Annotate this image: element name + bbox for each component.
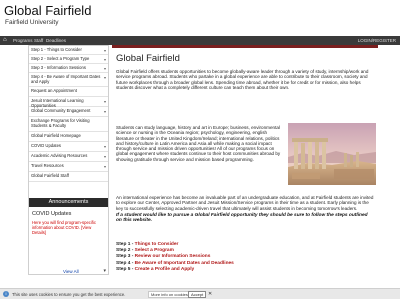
info-icon: i — [3, 291, 9, 297]
nav-programs[interactable]: Programs — [13, 36, 33, 45]
chevron-down-icon: ▾ — [103, 164, 106, 169]
step-prefix: Step 2 - — [116, 248, 135, 254]
chevron-down-icon: ▾ — [103, 144, 106, 149]
step-link-apply[interactable]: Create a Profile and Apply — [135, 267, 195, 272]
sidebar-item-label: Global Fairfield Homepage — [31, 133, 81, 138]
sidebar-item-appointment[interactable]: Request an Appointment — [29, 87, 108, 97]
sidebar-item-step1[interactable]: Step 1 - Things to Consider ▾ — [29, 46, 108, 55]
nav-staff[interactable]: Staff — [34, 36, 43, 45]
sidebar-item-homepage[interactable]: Global Fairfield Homepage — [29, 132, 108, 142]
sidebar-item-label: Step 1 - Things to Consider — [31, 47, 82, 52]
step-prefix: Step 1 - — [116, 242, 135, 247]
top-navbar: ⌂ Programs Staff Deadlines LOGIN/REGISTE… — [0, 36, 400, 45]
sidebar-item-step3[interactable]: Step 3 - Information Sessions ▾ — [29, 64, 108, 73]
view-all-link[interactable]: View All — [63, 269, 79, 274]
sidebar-item-jesuit[interactable]: Jesuit International Learning Opportunit… — [29, 97, 108, 108]
study-paragraph: Students can study language, history and… — [116, 125, 281, 162]
step-link-consider[interactable]: Things to Consider — [135, 242, 179, 247]
close-icon[interactable]: ✕ — [208, 290, 212, 299]
cookie-accept-button[interactable]: Accept — [188, 291, 207, 298]
sidebar-item-label: Academic Advising Resources — [31, 153, 88, 158]
step-link-select-program[interactable]: Select a Program — [135, 248, 174, 253]
login-register-link[interactable]: LOGIN/REGISTER — [358, 36, 396, 45]
sidebar-item-label: Step 3 - Information Sessions — [31, 65, 86, 70]
sidebar-item-step2[interactable]: Step 2 - Select a Program Type ▾ — [29, 55, 108, 64]
page-title: Global Fairfield — [116, 53, 180, 64]
chevron-down-icon: ▾ — [103, 99, 106, 104]
step-link-info-sessions[interactable]: Review our Information Sessions — [135, 254, 211, 259]
sidebar-item-exchange[interactable]: Exchange Programs for Visiting Students … — [29, 117, 108, 132]
chevron-down-icon: ▾ — [103, 57, 106, 62]
step-prefix: Step 3 - — [116, 254, 135, 260]
emphasis-note: If a student would like to pursue a Glob… — [116, 213, 368, 224]
step-link-dates[interactable]: Be Aware of Important Dates and Deadline… — [135, 261, 234, 266]
sidebar-item-label: COVID Updates — [31, 143, 62, 148]
sidebar-item-community[interactable]: Global Community Engagement ▾ — [29, 107, 108, 117]
cookie-text: This site uses cookies to ensure you get… — [12, 292, 126, 297]
covid-updates-heading[interactable]: COVID Updates — [32, 211, 71, 217]
sidebar-item-step4[interactable]: Step 4 - Be Aware of Important Dates and… — [29, 73, 108, 87]
chevron-down-icon: ▾ — [103, 109, 106, 114]
sidebar-item-staff[interactable]: Global Fairfield Staff — [29, 172, 108, 182]
step-item: Step 5 - Create a Profile and Apply — [116, 267, 374, 273]
chevron-down-icon: ▾ — [103, 66, 106, 71]
sidebar-item-covid[interactable]: COVID Updates ▾ — [29, 142, 108, 152]
chevron-down-icon: ▾ — [103, 48, 106, 53]
step-prefix: Step 5 - — [116, 266, 135, 272]
sidebar-item-label: Global Fairfield Staff — [31, 173, 69, 178]
steps-list: Step 1 - Things to Consider Step 2 - Sel… — [116, 242, 374, 273]
ruins-photo — [288, 123, 376, 185]
sidebar-item-label: Exchange Programs for Visiting Students … — [31, 118, 90, 128]
step-prefix: Step 4 - — [116, 260, 135, 266]
main-content: Global Fairfield Global Fairfield offers… — [112, 45, 378, 275]
cookie-more-info-button[interactable]: More info on cookies — [148, 291, 191, 298]
sidebar-item-travel[interactable]: Travel Resources ▾ — [29, 162, 108, 172]
chevron-down-icon: ▾ — [103, 75, 106, 80]
sidebar-item-advising[interactable]: Academic Advising Resources ▾ — [29, 152, 108, 162]
sidebar-item-label: Step 4 - Be Aware of Important Dates and… — [31, 74, 101, 84]
accent-bar — [112, 45, 378, 48]
home-icon[interactable]: ⌂ — [3, 37, 11, 44]
experience-paragraph: An international experience has become a… — [116, 195, 374, 211]
chevron-down-icon: ▾ — [103, 154, 106, 159]
cookie-banner: i This site uses cookies to ensure you g… — [0, 288, 400, 299]
nav-deadlines[interactable]: Deadlines — [46, 36, 66, 45]
intro-paragraph: Global Fairfield offers students opportu… — [116, 69, 369, 90]
sidebar-item-label: Request an Appointment — [31, 88, 77, 93]
sidebar-item-label: Step 2 - Select a Program Type — [31, 56, 90, 61]
site-subtitle: Fairfield University — [5, 19, 59, 26]
scroll-down-arrow-icon[interactable]: ▾ — [103, 268, 106, 274]
sidebar: Step 1 - Things to Consider ▾ Step 2 - Se… — [28, 45, 109, 275]
site-header: Global Fairfield Fairfield University — [0, 0, 400, 36]
covid-updates-text[interactable]: Here you will find program-specific info… — [32, 220, 106, 236]
sidebar-item-label: Global Community Engagement — [31, 108, 91, 113]
announcements-header: Announcements — [29, 198, 108, 207]
ruins-image — [288, 123, 376, 185]
sidebar-item-label: Travel Resources — [31, 163, 64, 168]
site-title[interactable]: Global Fairfield — [4, 3, 91, 18]
